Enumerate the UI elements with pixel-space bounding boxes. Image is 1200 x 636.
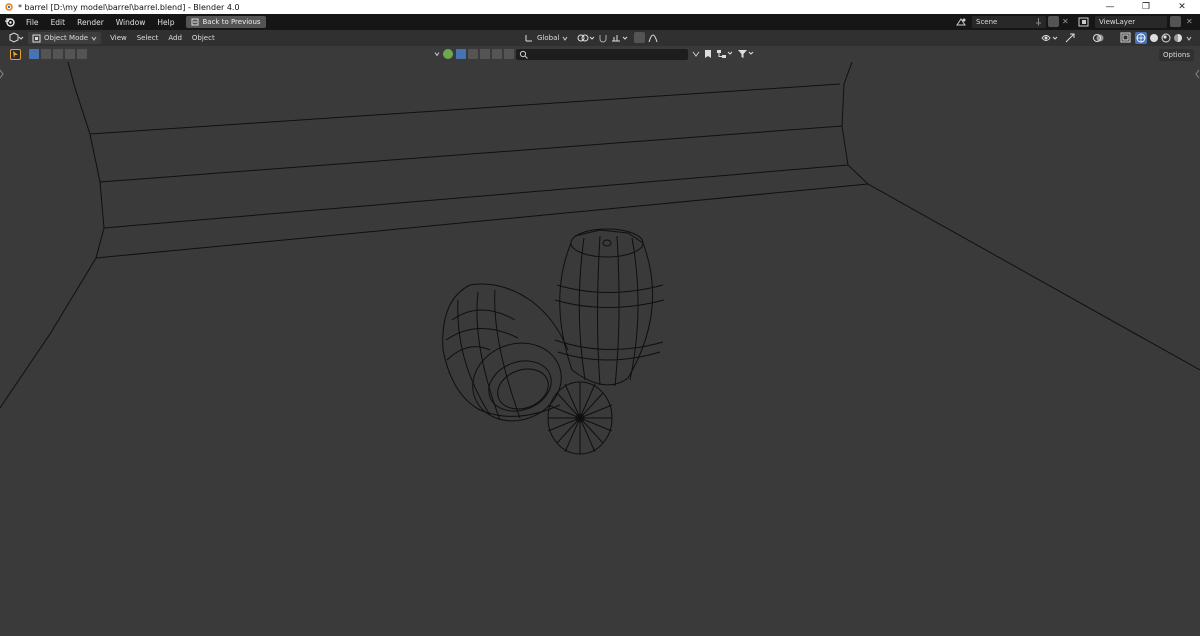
back-to-previous-button[interactable]: Back to Previous <box>186 16 266 28</box>
minimize-button[interactable]: — <box>1092 0 1128 14</box>
object-mode-label: Object Mode <box>44 34 89 42</box>
window-titlebar: * barrel [D:\my model\barrel\barrel.blen… <box>0 0 1200 14</box>
menu-view[interactable]: View <box>105 34 132 42</box>
outliner-search-input[interactable] <box>516 49 688 60</box>
overlays-toggle-icon[interactable] <box>1092 32 1108 44</box>
filter-funnel-icon[interactable] <box>737 49 755 59</box>
orientation-axes-icon <box>525 35 532 42</box>
snap-icon[interactable] <box>598 32 608 44</box>
tool-settings-row <box>0 46 1200 62</box>
material-preview-icon <box>1161 33 1171 43</box>
menu-help[interactable]: Help <box>151 18 180 27</box>
shading-options-chevron-icon[interactable] <box>1186 34 1192 43</box>
chevron-down-icon <box>562 36 568 41</box>
pivot-point-icon[interactable] <box>576 32 596 44</box>
transform-orientation-dropdown[interactable]: Global <box>524 32 568 44</box>
select-intersect-mode-icon[interactable] <box>77 49 87 59</box>
falloff-curve-icon[interactable] <box>648 32 658 44</box>
blender-menu-icon[interactable] <box>0 14 20 30</box>
wireframe-shading-button[interactable] <box>1135 32 1147 44</box>
select-invert-mode-icon[interactable] <box>65 49 75 59</box>
filter-mesh-icon[interactable] <box>468 49 478 59</box>
fullscreen-back-icon <box>191 18 199 26</box>
delete-scene-icon[interactable]: ✕ <box>1062 17 1069 26</box>
filter-material-icon[interactable] <box>480 49 490 59</box>
viewlayer-icon[interactable] <box>1078 16 1092 28</box>
menu-render[interactable]: Render <box>71 18 110 27</box>
window-controls: — ❐ ✕ <box>1092 0 1200 14</box>
menu-select[interactable]: Select <box>132 34 164 42</box>
menu-add[interactable]: Add <box>163 34 187 42</box>
delete-viewlayer-icon[interactable]: ✕ <box>1186 17 1193 26</box>
3d-viewport[interactable] <box>0 62 1200 636</box>
scene-filter-icon[interactable] <box>443 49 453 59</box>
orientation-label: Global <box>537 34 560 42</box>
hierarchy-icon[interactable] <box>716 49 734 59</box>
proportional-editing-toggle[interactable] <box>634 32 645 43</box>
scene-icon[interactable] <box>955 16 967 28</box>
select-subtract-mode-icon[interactable] <box>53 49 63 59</box>
top-menubar: File Edit Render Window Help Back to Pre… <box>0 14 1200 30</box>
editor-type-icon[interactable] <box>8 32 24 44</box>
window-title: * barrel [D:\my model\barrel\barrel.blen… <box>18 2 240 12</box>
filter-visibility-chevron-icon[interactable] <box>434 50 440 59</box>
new-viewlayer-button[interactable] <box>1170 16 1181 27</box>
menu-file[interactable]: File <box>20 18 45 27</box>
xray-toggle-icon[interactable] <box>1120 32 1131 43</box>
options-label: Options <box>1162 51 1190 59</box>
viewlayer-name-label: ViewLayer <box>1099 18 1136 26</box>
select-extend-mode-icon[interactable] <box>41 49 51 59</box>
search-icon <box>519 50 528 59</box>
pin-scene-icon[interactable] <box>1034 17 1043 28</box>
object-mode-dropdown[interactable]: Object Mode <box>28 32 102 44</box>
filter-light-icon[interactable] <box>492 49 502 59</box>
filter-camera-icon[interactable] <box>504 49 514 59</box>
barrel-lid-wireframe <box>547 381 613 455</box>
viewport-header: Object Mode View Select Add Object Globa… <box>0 30 1200 46</box>
active-tool-icon[interactable] <box>10 49 21 60</box>
close-button[interactable]: ✕ <box>1164 0 1200 14</box>
new-scene-button[interactable] <box>1048 16 1059 27</box>
select-new-mode-icon[interactable] <box>29 49 39 59</box>
snap-target-icon[interactable] <box>610 32 630 44</box>
solid-shading-icon <box>1150 34 1158 42</box>
rendered-shading-button[interactable] <box>1172 32 1184 44</box>
rendered-shading-icon <box>1174 34 1182 42</box>
solid-shading-button[interactable] <box>1148 32 1160 44</box>
search-options-chevron-icon[interactable] <box>692 50 700 59</box>
options-dropdown[interactable]: Options <box>1158 49 1194 61</box>
bookmark-icon[interactable] <box>703 49 713 59</box>
object-mode-icon <box>32 34 41 42</box>
viewlayer-name-field[interactable]: ViewLayer <box>1095 16 1167 28</box>
gizmo-toggle-icon[interactable] <box>1064 32 1076 44</box>
chevron-down-icon <box>91 36 97 41</box>
menu-edit[interactable]: Edit <box>45 18 72 27</box>
scene-name-label: Scene <box>976 18 998 26</box>
filter-object-icon[interactable] <box>456 49 466 59</box>
object-visibility-icon[interactable] <box>1040 32 1060 44</box>
back-to-previous-label: Back to Previous <box>202 18 261 26</box>
menu-window[interactable]: Window <box>110 18 152 27</box>
menu-object[interactable]: Object <box>187 34 220 42</box>
wireframe-shading-icon <box>1136 33 1146 43</box>
blender-logo-icon <box>5 3 13 11</box>
material-preview-button[interactable] <box>1160 32 1172 44</box>
maximize-button[interactable]: ❐ <box>1128 0 1164 14</box>
